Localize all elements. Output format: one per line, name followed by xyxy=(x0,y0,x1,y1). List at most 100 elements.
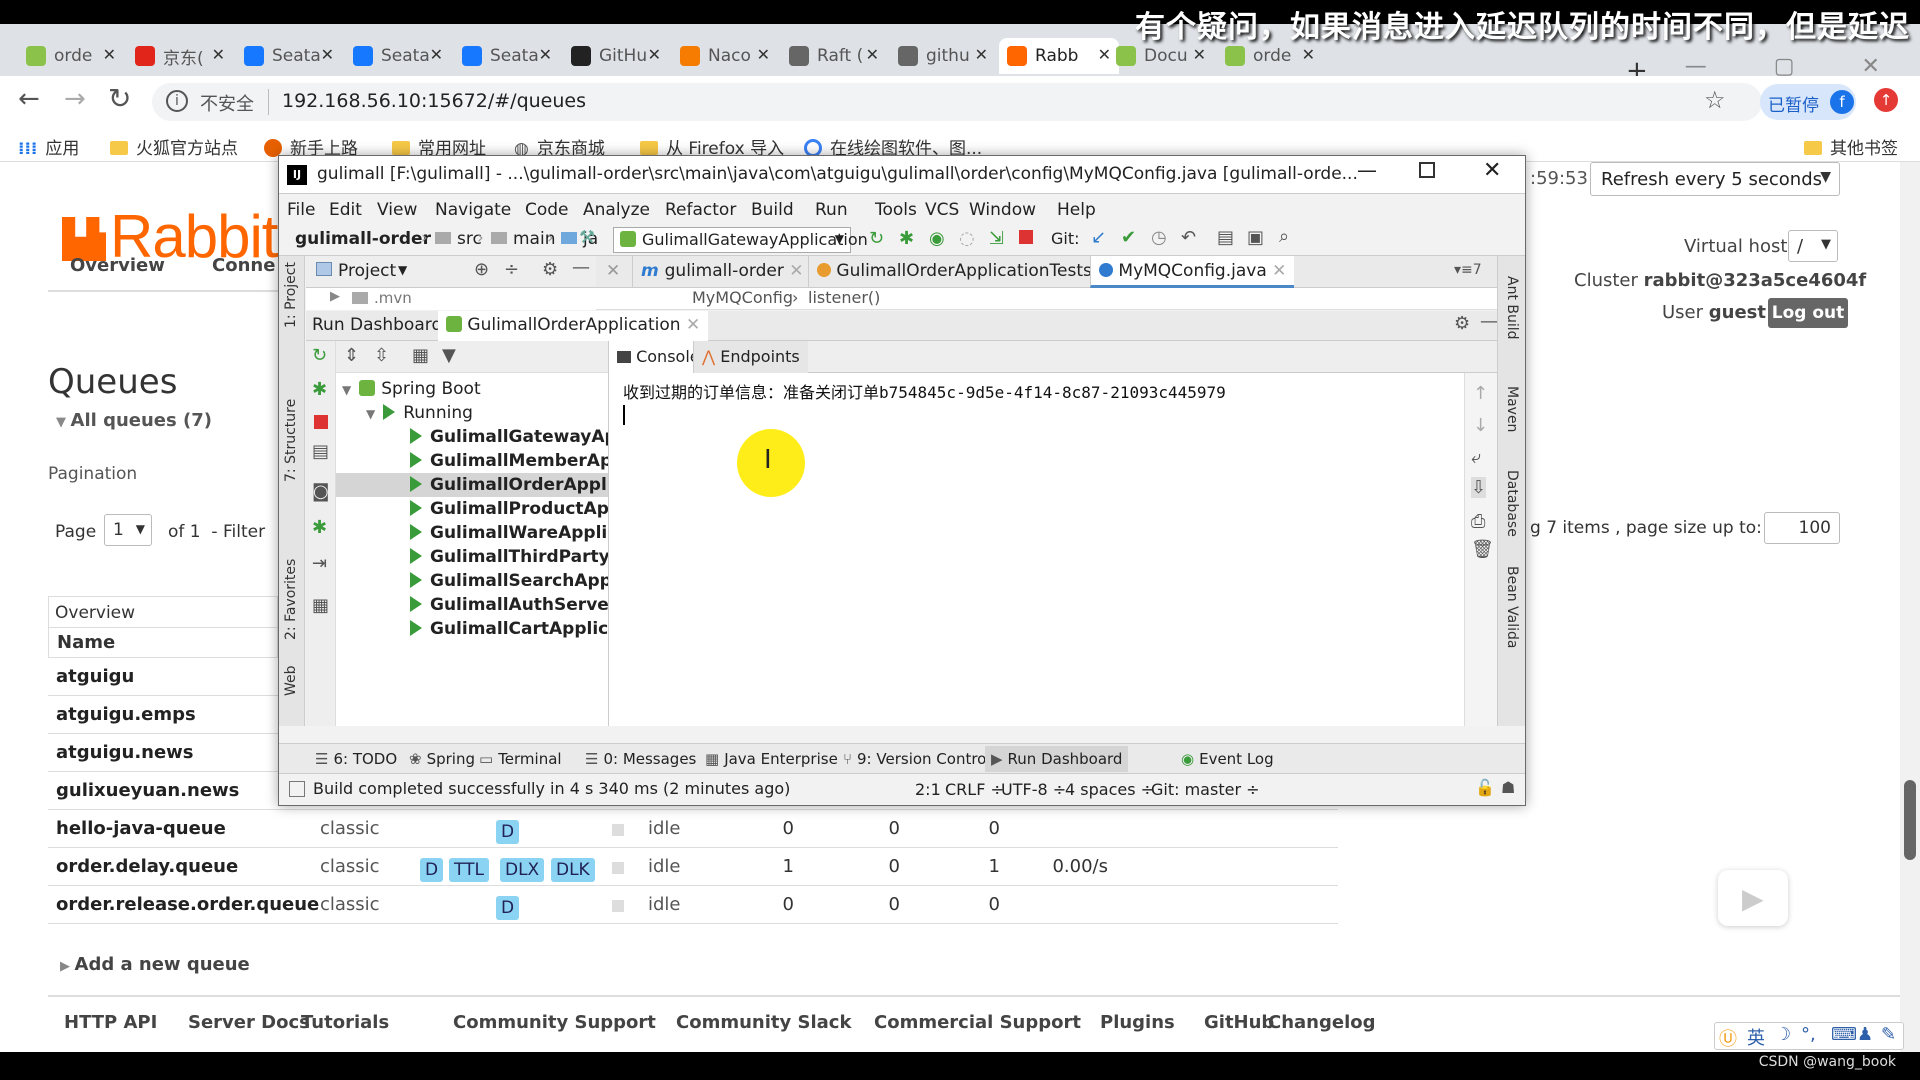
project-structure-icon[interactable]: ▤ xyxy=(1217,227,1234,248)
omnibox[interactable]: i 不安全 192.168.56.10:15672/#/queues ☆ xyxy=(152,83,1762,121)
run-dashboard-tab[interactable]: GulimallOrderApplication ✕ xyxy=(438,311,709,341)
footer-link[interactable]: Tutorials xyxy=(301,1012,389,1033)
tool-database[interactable]: Database xyxy=(1504,470,1520,537)
tree-app-item[interactable]: GulimallThirdPartyApplica xyxy=(336,545,608,569)
browser-tab[interactable]: orde ✕ xyxy=(18,38,124,74)
close-icon[interactable]: ✕ xyxy=(212,45,225,64)
browser-tab[interactable]: Seata ✕ xyxy=(454,38,560,74)
menu-item[interactable]: Run xyxy=(815,200,848,220)
debug-bug-icon[interactable]: ✱ xyxy=(899,228,914,249)
close-icon[interactable]: ✕ xyxy=(648,45,661,64)
menu-item[interactable]: File xyxy=(287,200,315,220)
status-item[interactable]: 4 spaces ÷ xyxy=(1065,780,1154,799)
close-icon[interactable]: ✕ xyxy=(539,45,552,64)
rerun-icon[interactable]: ↻ xyxy=(869,228,884,249)
close-icon[interactable]: ✕ xyxy=(1193,45,1206,64)
feature-badge[interactable]: TTL xyxy=(449,858,489,882)
camera-icon[interactable]: ◙ xyxy=(312,481,329,502)
grid-icon[interactable]: ▦ xyxy=(312,595,329,616)
menu-item[interactable]: Analyze xyxy=(583,200,650,220)
status-item[interactable]: 2:1 xyxy=(915,780,941,799)
queue-name[interactable]: atguigu xyxy=(56,666,134,687)
console-output[interactable]: 收到过期的订单信息：准备关闭订单b754845c-9d5e-4f14-8c87-… xyxy=(608,373,1464,726)
queue-name[interactable]: atguigu.emps xyxy=(56,704,196,725)
footer-link[interactable]: Changelog xyxy=(1268,1012,1376,1033)
rerun-icon[interactable]: ↻ xyxy=(312,345,327,366)
soft-wrap-icon[interactable]: ⤶ xyxy=(1471,447,1481,468)
trash-icon[interactable]: 🗑 xyxy=(1471,539,1494,560)
stop-icon[interactable] xyxy=(1019,230,1033,244)
bottom-tool[interactable]: ❀ Spring xyxy=(409,750,475,768)
browser-tab[interactable]: Rabb ✕ xyxy=(999,38,1119,74)
stop-icon[interactable] xyxy=(314,415,328,429)
footer-link[interactable]: Community Support xyxy=(453,1012,656,1033)
add-queue-toggle[interactable]: ▶ Add a new queue xyxy=(60,954,250,975)
collapse-all-icon[interactable]: ⇳ xyxy=(374,345,389,366)
scrollbar-thumb[interactable] xyxy=(1904,780,1916,860)
status-item[interactable]: Git: master ÷ xyxy=(1151,780,1260,799)
expand-all-icon[interactable]: ⇕ xyxy=(344,345,359,366)
bottom-tool[interactable]: ▦ Java Enterprise xyxy=(705,750,838,768)
feature-badge[interactable]: DLX xyxy=(500,858,545,882)
git-update-icon[interactable]: ↙ xyxy=(1091,227,1106,248)
page-size-input[interactable]: 100 xyxy=(1764,512,1840,544)
menu-item[interactable]: Tools xyxy=(875,200,917,220)
queue-name[interactable]: gulixueyuan.news xyxy=(56,780,239,801)
status-toggle-icon[interactable] xyxy=(289,781,305,797)
footer-link[interactable]: Plugins xyxy=(1100,1012,1175,1033)
editor-tab-active[interactable]: MyMQConfig.java ✕ xyxy=(1090,256,1295,288)
all-queues-toggle[interactable]: ▼ All queues (7) xyxy=(56,410,212,431)
attach-icon[interactable]: ⇲ xyxy=(989,228,1004,249)
page-select[interactable]: 1 ▼ xyxy=(104,514,152,546)
tool-maven[interactable]: Maven xyxy=(1504,386,1520,432)
tree-app-item[interactable]: GulimallAuthServerApplic xyxy=(336,593,608,617)
close-icon[interactable]: ✕ xyxy=(866,45,879,64)
status-item[interactable]: CRLF ÷ xyxy=(945,780,1004,799)
down-arrow-icon[interactable]: ↓ xyxy=(1473,415,1488,436)
run-config-select[interactable]: GulimallGatewayApplication ▼ xyxy=(613,227,868,253)
git-commit-icon[interactable]: ✔ xyxy=(1121,227,1136,248)
browser-tab[interactable]: GitHu ✕ xyxy=(563,38,669,74)
git-revert-icon[interactable]: ↶ xyxy=(1181,227,1196,248)
tree-app-item[interactable]: GulimallMemberApplicati xyxy=(336,449,608,473)
reload-icon[interactable]: ↻ xyxy=(108,82,131,115)
breadcrumb-class[interactable]: MyMQConfig xyxy=(692,288,793,307)
footer-link[interactable]: Server Docs xyxy=(188,1012,310,1033)
bottom-tool[interactable]: ☰ 6: TODO xyxy=(315,750,397,768)
breadcrumb-method[interactable]: listener() xyxy=(808,288,880,307)
close-tab-icon[interactable]: ✕ xyxy=(606,261,620,281)
footer-link[interactable]: Commercial Support xyxy=(874,1012,1081,1033)
login-icon[interactable]: ⇥ xyxy=(312,553,327,574)
nav-tab[interactable]: Overview xyxy=(70,255,165,276)
group-icon[interactable]: ▦ xyxy=(412,345,429,366)
table-row[interactable]: order.release.order.queue classic Didle 0 0 0 xyxy=(48,886,1338,924)
close-icon[interactable]: ✕ xyxy=(686,315,700,335)
queue-name[interactable]: order.delay.queue xyxy=(56,856,238,877)
menu-item[interactable]: Code xyxy=(525,200,569,220)
logout-button[interactable]: Log out xyxy=(1768,298,1848,328)
info-icon[interactable]: i xyxy=(166,90,188,112)
hide-icon[interactable]: — xyxy=(572,257,590,278)
scroll-to-end-icon[interactable]: ⇩ xyxy=(1471,477,1487,498)
queue-name[interactable]: atguigu.news xyxy=(56,742,194,763)
expand-arrow-icon[interactable]: ▶ xyxy=(330,289,340,304)
feature-badge[interactable]: DLK xyxy=(551,858,595,882)
bookmark-star-icon[interactable]: ☆ xyxy=(1704,86,1726,114)
tree-app-item[interactable]: GulimallGatewayApplicati xyxy=(336,425,608,449)
profile-paused-chip[interactable]: 已暂停 f xyxy=(1760,84,1856,120)
git-history-icon[interactable]: ◷ xyxy=(1151,227,1167,248)
nav-breadcrumb[interactable]: src xyxy=(435,229,482,249)
url-text[interactable]: 192.168.56.10:15672/#/queues xyxy=(282,90,586,112)
search-icon[interactable]: ⌕ xyxy=(1279,226,1289,247)
maximize-icon[interactable] xyxy=(1419,162,1435,178)
table-row[interactable]: order.delay.queue classic D TTL DLX DLK idle 1 0… xyxy=(48,848,1338,886)
back-arrow-icon[interactable]: ← xyxy=(18,84,40,114)
debug-bug-icon[interactable]: ✱ xyxy=(312,517,327,538)
virtual-host-select[interactable]: / ▼ xyxy=(1788,230,1838,262)
queue-name[interactable]: order.release.order.queue xyxy=(56,894,319,915)
collapse-icon[interactable]: ÷ xyxy=(504,259,519,280)
endpoints-tab[interactable]: ⋀ Endpoints xyxy=(693,341,808,373)
tool-web[interactable]: Web xyxy=(283,665,299,696)
tree-app-item[interactable]: GulimallProductApplicati xyxy=(336,497,608,521)
browser-tab[interactable]: githu ✕ xyxy=(890,38,996,74)
